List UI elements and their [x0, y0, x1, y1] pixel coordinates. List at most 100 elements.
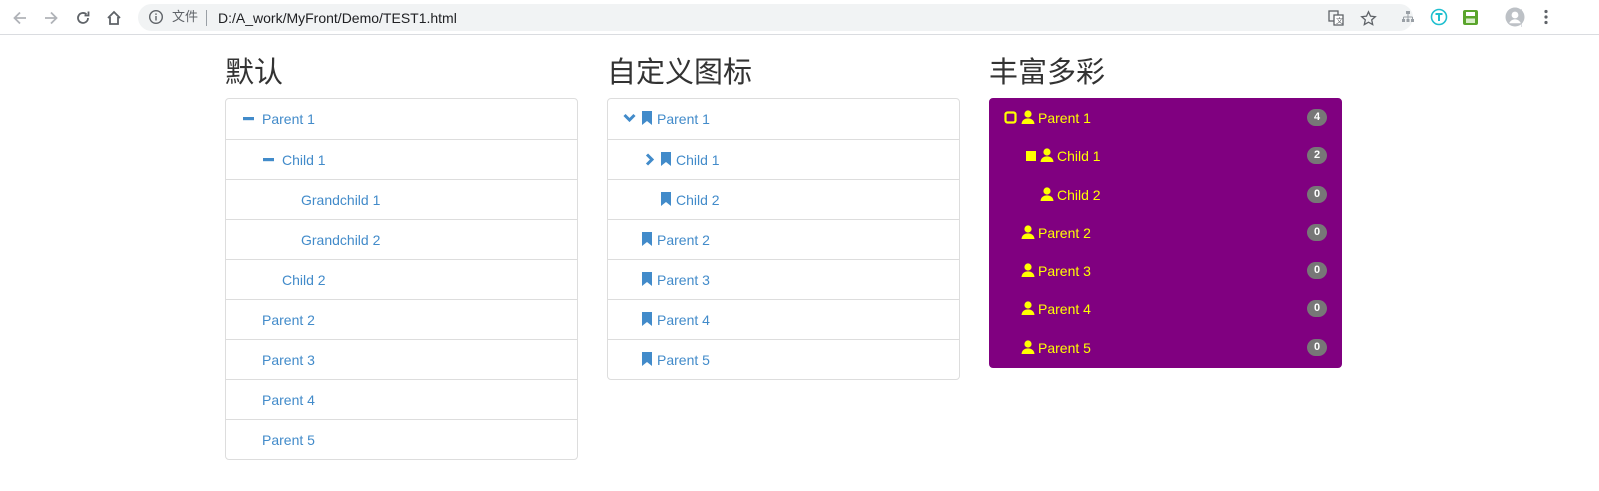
minus-icon[interactable] [263, 158, 274, 162]
custom-tree-section: 自定义图标 Parent 1 Child 1 Child 2 Parent 2 … [607, 52, 960, 380]
tree-node-label: Parent 1 [1038, 110, 1091, 126]
tree-node-label: Parent 4 [1038, 301, 1091, 318]
chevron-down-icon[interactable] [623, 113, 636, 123]
tree-node[interactable]: Child 2 [226, 259, 577, 299]
bookmark-icon [642, 352, 652, 366]
minus-icon[interactable] [243, 117, 254, 121]
address-bar[interactable]: 文件 D:/A_work/MyFront/Demo/TEST1.html 文 [138, 4, 1413, 31]
menu-button[interactable] [1536, 7, 1556, 27]
tree-node-label: Child 1 [282, 152, 326, 168]
bookmark-icon [642, 111, 652, 125]
bookmark-icon [661, 152, 671, 166]
rich-tree-title: 丰富多彩 [989, 55, 1106, 89]
forward-arrow-icon [45, 11, 58, 25]
tree-node-label: Parent 2 [1038, 224, 1091, 241]
tree-node[interactable]: Child 2 [608, 179, 959, 219]
tree-node[interactable]: Parent 4 0 [990, 290, 1341, 328]
browser-toolbar: 文件 D:/A_work/MyFront/Demo/TEST1.html 文 [0, 0, 1599, 35]
file-scheme-label: 文件 [172, 10, 199, 25]
reload-icon [77, 11, 90, 24]
count-badge: 0 [1307, 262, 1327, 280]
forward-button[interactable] [39, 6, 63, 30]
filled-square-icon[interactable] [1026, 151, 1036, 162]
tree-node[interactable]: Parent 4 [608, 299, 959, 339]
count-badge: 0 [1307, 185, 1327, 203]
tree-node[interactable]: Parent 1 4 [990, 99, 1341, 137]
user-icon [1040, 148, 1054, 163]
default-tree-section: 默认 Parent 1 Child 1 Grandchild 1 Grandch… [225, 52, 578, 460]
tree-node[interactable]: Parent 5 0 [990, 329, 1341, 367]
user-icon [1021, 263, 1035, 278]
tree-node-label: Child 1 [676, 152, 720, 168]
rich-tree-section: 丰富多彩 Parent 1 4 Child 1 2 Child 2 0 Pare… [989, 52, 1342, 369]
tree-node[interactable]: Parent 4 [226, 379, 577, 419]
omnibox-separator [206, 10, 207, 26]
tree-node-label: Parent 3 [1038, 263, 1091, 280]
bookmark-icon [661, 192, 671, 206]
count-badge: 0 [1307, 300, 1327, 318]
custom-tree-title: 自定义图标 [607, 55, 753, 89]
tree-node-label: Child 2 [1057, 186, 1101, 203]
tree-node[interactable]: Grandchild 2 [226, 219, 577, 259]
tree-node[interactable]: Parent 2 [226, 299, 577, 339]
tree-node[interactable]: Parent 1 [226, 99, 577, 139]
bookmark-icon [642, 312, 652, 326]
star-icon [1359, 9, 1377, 26]
green-save-icon [1462, 9, 1478, 25]
tree-node-label: Grandchild 1 [301, 192, 381, 208]
back-arrow-icon [13, 11, 26, 25]
unchecked-box-icon[interactable] [1004, 111, 1017, 124]
user-icon [1040, 186, 1054, 201]
sitemap-icon [1402, 11, 1414, 22]
translate-icon: 文 [1328, 10, 1344, 26]
tree-node-label: Parent 3 [262, 352, 315, 368]
tree-node[interactable]: Parent 5 [608, 339, 959, 379]
home-button[interactable] [102, 6, 126, 30]
info-icon[interactable] [148, 9, 164, 25]
tree-node-label: Parent 5 [1038, 339, 1091, 356]
tree-node-label: Parent 2 [657, 232, 710, 248]
tree-node[interactable]: Grandchild 1 [226, 179, 577, 219]
count-badge: 2 [1307, 147, 1327, 165]
tree-node-label: Grandchild 2 [301, 232, 381, 248]
custom-tree: Parent 1 Child 1 Child 2 Parent 2 Parent… [607, 98, 960, 380]
url-text[interactable]: D:/A_work/MyFront/Demo/TEST1.html [218, 10, 457, 26]
user-icon [1021, 110, 1035, 124]
tree-node[interactable]: Parent 3 [226, 339, 577, 379]
user-icon [1021, 225, 1035, 239]
tree-node-label: Parent 4 [262, 392, 315, 408]
tree-node[interactable]: Parent 3 0 [990, 252, 1341, 290]
default-tree: Parent 1 Child 1 Grandchild 1 Grandchild… [225, 98, 578, 460]
tree-node-label: Parent 5 [657, 352, 710, 368]
translate-button[interactable]: 文 [1326, 8, 1346, 28]
extension-sitemap-button[interactable] [1398, 7, 1418, 27]
tree-node[interactable]: Parent 1 [608, 99, 959, 139]
count-badge: 0 [1307, 223, 1327, 241]
count-badge: 4 [1307, 109, 1327, 126]
tree-node[interactable]: Child 1 [608, 139, 959, 179]
tree-node-label: Child 2 [676, 192, 720, 208]
user-icon [1021, 340, 1035, 354]
tree-node-label: Child 1 [1057, 148, 1101, 165]
count-badge: 0 [1307, 338, 1327, 356]
tree-node[interactable]: Child 1 2 [990, 137, 1341, 175]
chevron-right-icon[interactable] [645, 153, 655, 166]
tree-node[interactable]: Parent 3 [608, 259, 959, 299]
tree-node[interactable]: Parent 2 0 [990, 214, 1341, 252]
bookmark-icon [642, 272, 652, 286]
tree-node-label: Parent 4 [657, 312, 710, 328]
tree-node[interactable]: Parent 2 [608, 219, 959, 259]
user-icon [1021, 301, 1035, 316]
tree-node-label: Child 2 [282, 272, 326, 288]
tree-node[interactable]: Child 2 0 [990, 176, 1341, 214]
back-button[interactable] [8, 6, 32, 30]
profile-button[interactable] [1505, 7, 1525, 27]
tree-node[interactable]: Child 1 [226, 139, 577, 179]
tree-node[interactable]: Parent 5 [226, 419, 577, 459]
extension-t-button[interactable] [1429, 7, 1449, 27]
bookmark-star-button[interactable] [1358, 8, 1378, 28]
extension-save-button[interactable] [1460, 7, 1480, 27]
svg-text:文: 文 [1336, 16, 1343, 25]
reload-button[interactable] [71, 6, 95, 30]
tree-node-label: Parent 2 [262, 312, 315, 328]
